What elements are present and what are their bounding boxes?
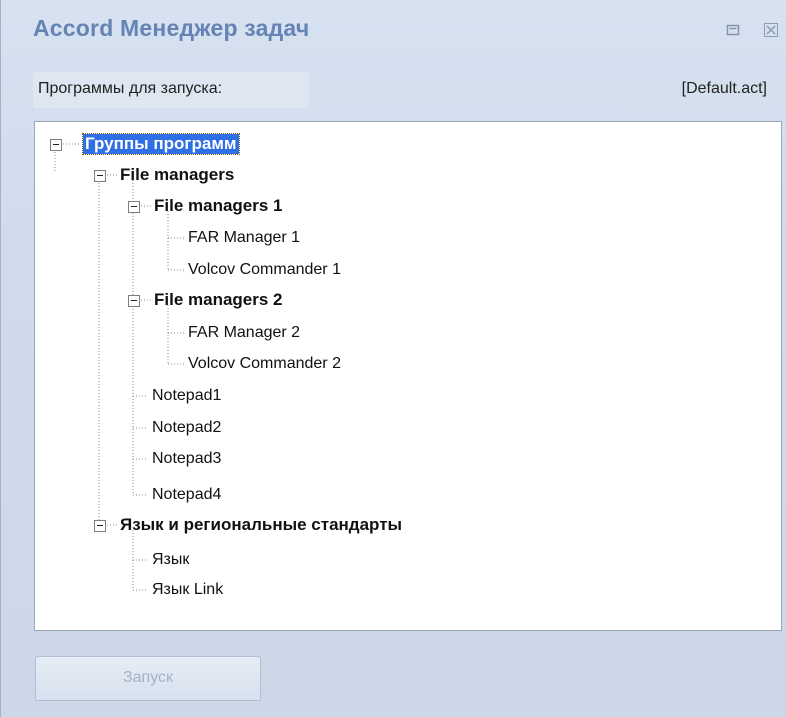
tree-connector-lines: [54, 143, 185, 591]
restore-icon[interactable]: [725, 22, 741, 38]
collapse-file-managers-1-icon[interactable]: [128, 201, 140, 213]
collapse-file-managers-2-icon[interactable]: [128, 295, 140, 307]
title-bar: Accord Менеджер задач: [1, 0, 786, 60]
tree-item-volcov-commander-1[interactable]: Volcov Commander 1: [188, 260, 341, 280]
tree-item-far-manager-2[interactable]: FAR Manager 2: [188, 323, 300, 343]
tree-item-volcov-commander-2[interactable]: Volcov Commander 2: [188, 354, 341, 374]
tree-item-language[interactable]: Язык: [152, 550, 189, 570]
config-file-name: [Default.act]: [681, 80, 767, 97]
tree-item-notepad2[interactable]: Notepad2: [152, 418, 221, 438]
window-title: Accord Менеджер задач: [33, 15, 310, 41]
tree-item-language-link[interactable]: Язык Link: [152, 580, 223, 600]
run-button[interactable]: Запуск: [35, 656, 261, 701]
close-icon[interactable]: [763, 22, 779, 38]
collapse-file-managers-icon[interactable]: [94, 170, 106, 182]
task-manager-window: Accord Менеджер задач Программы для запу…: [0, 0, 786, 717]
tree-item-notepad1[interactable]: Notepad1: [152, 386, 221, 406]
tree-root-node[interactable]: Группы программ: [82, 133, 240, 155]
tree-group-file-managers-2[interactable]: File managers 2: [154, 290, 283, 310]
program-tree[interactable]: Группы программ File managers File manag…: [34, 121, 782, 631]
tree-item-far-manager-1[interactable]: FAR Manager 1: [188, 228, 300, 248]
tree-group-file-managers-1[interactable]: File managers 1: [154, 196, 283, 216]
tree-item-notepad3[interactable]: Notepad3: [152, 449, 221, 469]
collapse-language-icon[interactable]: [94, 520, 106, 532]
tree-group-file-managers[interactable]: File managers: [120, 165, 234, 185]
tree-group-language[interactable]: Язык и региональные стандарты: [120, 515, 402, 535]
collapse-root-icon[interactable]: [50, 139, 62, 151]
tree-item-notepad4[interactable]: Notepad4: [152, 485, 221, 505]
programs-label: Программы для запуска:: [38, 80, 223, 97]
